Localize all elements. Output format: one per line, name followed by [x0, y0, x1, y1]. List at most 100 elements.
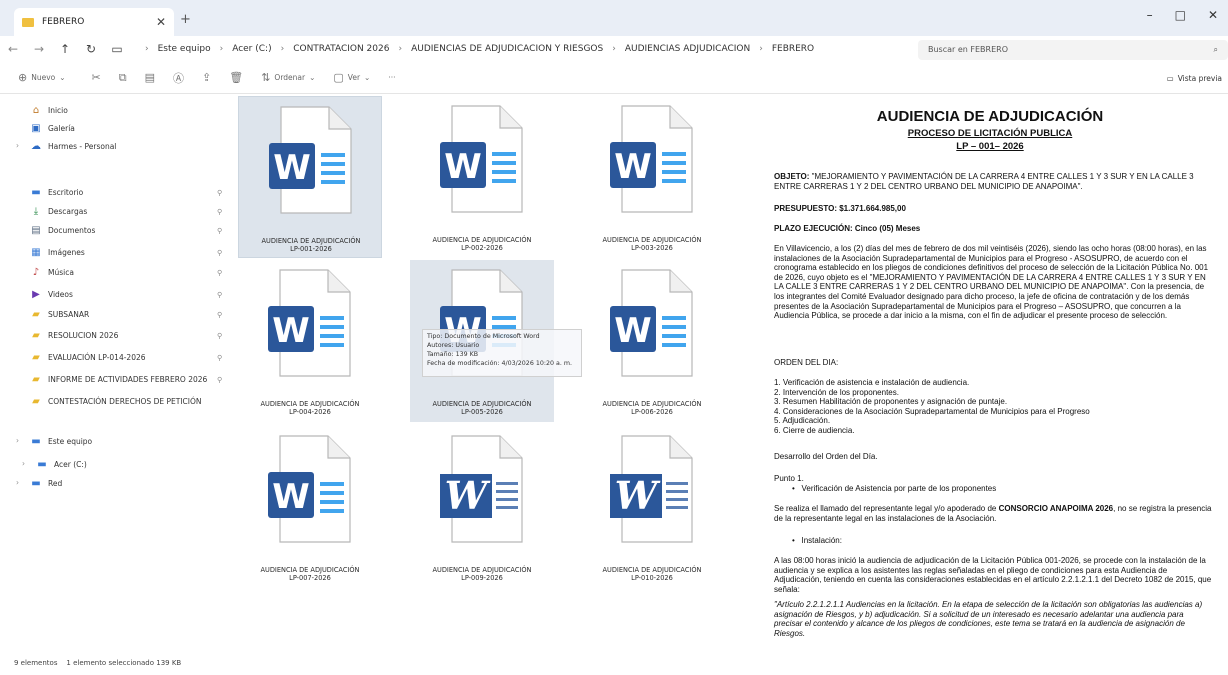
preview-pane-button[interactable]: ▭ Vista previa — [1167, 74, 1222, 83]
preview-pane: AUDIENCIA DE ADJUDICACIÓN PROCESO DE LIC… — [752, 96, 1228, 656]
rename-button[interactable]: Ⓐ — [173, 70, 184, 86]
preview-orden-title: ORDEN DEL DIA: — [774, 358, 839, 367]
maximize-button[interactable]: □ — [1175, 8, 1186, 22]
sidebar-item[interactable]: ▰ EVALUACIÓN LP-014-2026 — [30, 352, 145, 363]
sidebar-item-label: RESOLUCION 2026 — [48, 331, 119, 340]
breadcrumb-item[interactable]: FEBRERO — [772, 44, 814, 54]
svg-text:W: W — [272, 477, 310, 517]
file-name: AUDIENCIA DE ADJUDICACIÓN LP-004-2026 — [238, 400, 382, 416]
sidebar-item[interactable]: ▬ Escritorio — [30, 187, 83, 198]
chevron-right-icon[interactable]: › — [16, 478, 19, 487]
sidebar-item[interactable]: ▬ Este equipo — [30, 436, 92, 447]
sidebar-item[interactable]: ♪ Música — [30, 267, 74, 278]
chevron-right-icon[interactable]: › — [22, 459, 25, 468]
sidebar-item[interactable]: ▬ Acer (C:) — [36, 459, 87, 470]
sidebar-item[interactable]: ☁ Harmes - Personal — [30, 141, 116, 152]
sort-button[interactable]: ⇅ Ordenar ⌄ — [261, 71, 315, 84]
file-item[interactable]: W AUDIENCIA DE ADJUDICACIÓN LP-003-2026 — [580, 96, 724, 258]
paste-icon: ▤ — [144, 71, 156, 84]
file-item[interactable]: W AUDIENCIA DE ADJUDICACIÓN LP-004-2026 — [238, 260, 382, 422]
file-item[interactable]: W AUDIENCIA DE ADJUDICACIÓN LP-001-2026 — [238, 96, 382, 258]
sidebar-item[interactable]: ▶ Videos — [30, 289, 73, 300]
pin-icon[interactable]: ⚲ — [217, 269, 222, 277]
file-name: AUDIENCIA DE ADJUDICACIÓN LP-010-2026 — [580, 566, 724, 582]
sidebar-item-label: Acer (C:) — [54, 460, 87, 469]
preview-subtitle: PROCESO DE LICITACIÓN PUBLICA — [907, 128, 1073, 139]
file-name-line: AUDIENCIA DE ADJUDICACIÓN — [602, 236, 702, 244]
sidebar-item[interactable]: ▰ INFORME DE ACTIVIDADES FEBRERO 2026 — [30, 374, 207, 385]
chevron-right-icon[interactable]: › — [16, 141, 19, 150]
word-document-icon: W — [268, 435, 351, 543]
close-button[interactable]: ✕ — [1208, 8, 1218, 22]
up-button[interactable]: ↑ — [52, 42, 78, 56]
sidebar-item[interactable]: ▦ Imágenes — [30, 247, 85, 258]
pin-icon[interactable]: ⚲ — [217, 332, 222, 340]
new-tab-button[interactable]: + — [180, 12, 191, 27]
pin-icon[interactable]: ⚲ — [217, 354, 222, 362]
pin-icon[interactable]: ⚲ — [217, 376, 222, 384]
pin-icon[interactable]: ⚲ — [217, 311, 222, 319]
folder-icon: ▰ — [32, 309, 40, 320]
svg-text:W: W — [614, 147, 652, 187]
file-code-line: LP-010-2026 — [631, 574, 673, 582]
sidebar-item-label: Música — [48, 268, 74, 277]
search-input[interactable]: Buscar en FEBRERO ⌕ — [918, 40, 1228, 60]
minimize-button[interactable]: – — [1147, 8, 1153, 22]
pin-icon[interactable]: ⚲ — [217, 249, 222, 257]
file-name-line: AUDIENCIA DE ADJUDICACIÓN — [432, 400, 532, 408]
scissors-icon: ✂ — [91, 71, 101, 84]
svg-text:W: W — [615, 473, 661, 518]
file-name: AUDIENCIA DE ADJUDICACIÓN LP-005-2026 — [410, 400, 554, 416]
copy-button[interactable]: ⧉ — [119, 71, 127, 85]
breadcrumb-item[interactable]: CONTRATACION 2026 — [293, 44, 389, 54]
tooltip-authors: Autores: Usuario — [427, 342, 480, 349]
monitor-icon[interactable]: ▭ — [104, 42, 130, 56]
forward-button[interactable]: → — [26, 42, 52, 56]
sidebar-item[interactable]: ▰ SUBSANAR — [30, 309, 89, 320]
word-document-icon: W — [610, 105, 693, 213]
breadcrumb-item[interactable]: AUDIENCIAS DE ADJUDICACION Y RIESGOS — [411, 44, 603, 54]
sidebar-item-label: Inicio — [48, 106, 68, 115]
sidebar-item[interactable]: ▣ Galería — [30, 123, 75, 134]
paste-button[interactable]: ▤ — [145, 71, 155, 84]
word-document-icon: W — [440, 435, 523, 543]
file-item[interactable]: W AUDIENCIA DE ADJUDICACIÓN LP-007-2026 — [238, 426, 382, 588]
file-code-line: LP-001-2026 — [290, 245, 332, 253]
cloud-icon: ☁ — [31, 141, 41, 152]
file-code-line: LP-002-2026 — [461, 244, 503, 252]
sidebar-item[interactable]: ⌂ Inicio — [30, 105, 68, 116]
pin-icon[interactable]: ⚲ — [217, 227, 222, 235]
close-tab-icon[interactable]: ✕ — [156, 15, 166, 29]
file-item[interactable]: W AUDIENCIA DE ADJUDICACIÓN LP-010-2026 — [580, 426, 724, 588]
new-button[interactable]: ⊕ Nuevo ⌄ — [18, 71, 66, 84]
tab-febrero[interactable]: FEBRERO ✕ — [14, 8, 174, 36]
objeto-text: "MEJORAMIENTO Y PAVIMENTACIÓN DE LA CARR… — [774, 172, 1194, 191]
sidebar-item[interactable]: ▤ Documentos — [30, 225, 95, 236]
view-button[interactable]: ▢ Ver ⌄ — [333, 71, 370, 84]
sidebar-item[interactable]: ▰ CONTESTACIÓN DERECHOS DE PETICIÓN — [30, 396, 201, 407]
breadcrumb-item[interactable]: AUDIENCIAS ADJUDICACION — [625, 44, 750, 54]
address-bar: ← → ↑ ↻ ▭ › Este equipo › Acer (C:) › CO… — [0, 36, 1228, 62]
cut-button[interactable]: ✂ — [92, 71, 101, 84]
pin-icon[interactable]: ⚲ — [217, 189, 222, 197]
asistencia-bold: CONSORCIO ANAPOIMA 2026 — [998, 504, 1114, 513]
gallery-icon: ▣ — [31, 123, 41, 134]
share-button[interactable]: ⇪ — [202, 71, 211, 84]
orden-item: 6. Cierre de audiencia. — [774, 425, 855, 435]
file-item[interactable]: W AUDIENCIA DE ADJUDICACIÓN LP-006-2026 — [580, 260, 724, 422]
file-item[interactable]: W AUDIENCIA DE ADJUDICACIÓN LP-002-2026 — [410, 96, 554, 258]
file-item[interactable]: W AUDIENCIA DE ADJUDICACIÓN LP-009-2026 — [410, 426, 554, 588]
sidebar-item[interactable]: ▬ Red — [30, 478, 62, 489]
refresh-button[interactable]: ↻ — [78, 42, 104, 56]
more-button[interactable]: ··· — [388, 73, 395, 82]
file-name: AUDIENCIA DE ADJUDICACIÓN LP-001-2026 — [239, 237, 383, 253]
pin-icon[interactable]: ⚲ — [217, 208, 222, 216]
delete-button[interactable]: 🗑 — [229, 71, 243, 84]
back-button[interactable]: ← — [0, 42, 26, 56]
sidebar-item[interactable]: ▰ RESOLUCION 2026 — [30, 330, 118, 341]
breadcrumb-item[interactable]: Este equipo — [158, 44, 211, 54]
pin-icon[interactable]: ⚲ — [217, 291, 222, 299]
breadcrumb-item[interactable]: Acer (C:) — [232, 44, 271, 54]
sidebar-item[interactable]: ⤓ Descargas — [30, 206, 87, 217]
chevron-right-icon[interactable]: › — [16, 436, 19, 445]
